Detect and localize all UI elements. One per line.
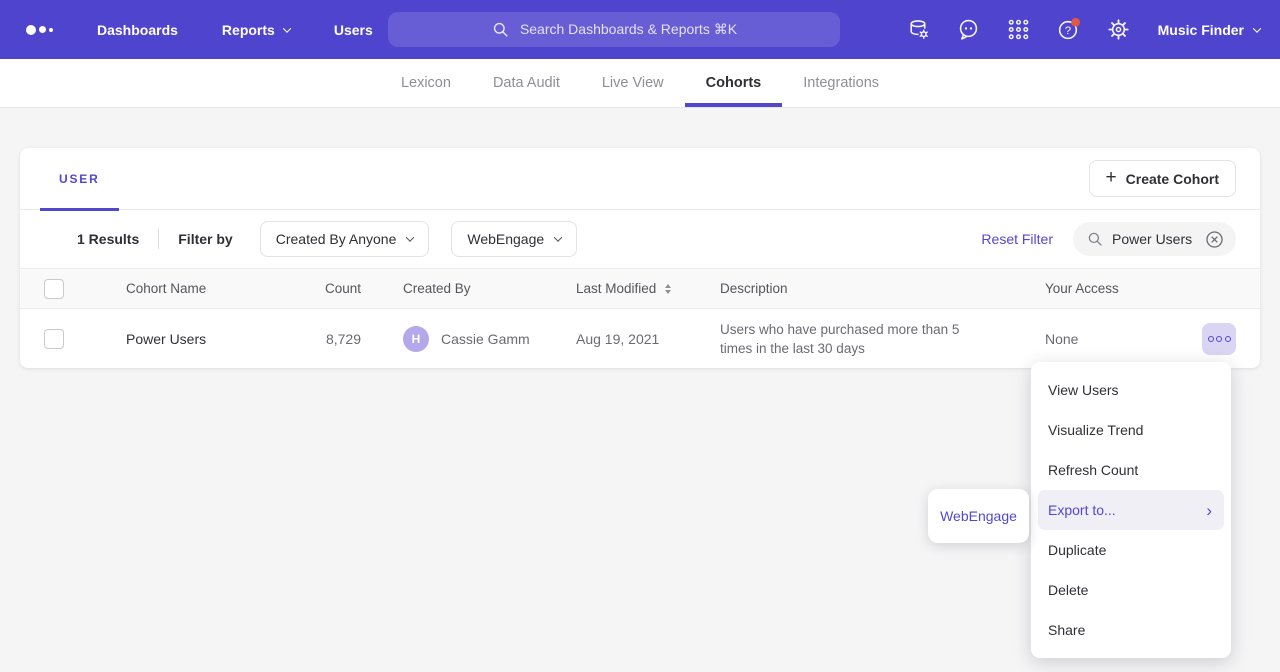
tab-live-view[interactable]: Live View bbox=[581, 59, 685, 107]
global-search-input[interactable]: Search Dashboards & Reports ⌘K bbox=[388, 12, 840, 47]
settings-gear-icon[interactable] bbox=[1106, 17, 1131, 42]
tab-data-audit[interactable]: Data Audit bbox=[472, 59, 581, 107]
nav-right-group: ? Music Finder bbox=[906, 17, 1260, 42]
table-row: Power Users 8,729 H Cassie Gamm Aug 19, … bbox=[20, 309, 1260, 369]
cohort-search-input[interactable] bbox=[1112, 231, 1196, 247]
menu-item-delete[interactable]: Delete bbox=[1031, 570, 1231, 610]
create-cohort-label: Create Cohort bbox=[1126, 171, 1219, 187]
your-access-cell: None bbox=[1036, 331, 1197, 347]
global-search-placeholder: Search Dashboards & Reports ⌘K bbox=[520, 21, 737, 38]
export-to-label: Export to... bbox=[1048, 502, 1116, 518]
section-tabs: Lexicon Data Audit Live View Cohorts Int… bbox=[0, 59, 1280, 108]
tab-cohorts[interactable]: Cohorts bbox=[685, 59, 783, 107]
help-icon[interactable]: ? bbox=[1056, 17, 1081, 42]
chevron-down-icon bbox=[1253, 24, 1261, 32]
data-management-icon[interactable] bbox=[906, 17, 931, 42]
nav-reports[interactable]: Reports bbox=[222, 22, 290, 38]
search-icon bbox=[491, 20, 510, 39]
menu-item-share[interactable]: Share bbox=[1031, 610, 1231, 650]
filter-bar: 1 Results Filter by Created By Anyone We… bbox=[20, 210, 1260, 268]
menu-item-refresh-count[interactable]: Refresh Count bbox=[1031, 450, 1231, 490]
last-modified-cell: Aug 19, 2021 bbox=[576, 331, 720, 347]
chevron-right-icon: › bbox=[1206, 502, 1212, 519]
nav-dashboards[interactable]: Dashboards bbox=[97, 22, 178, 38]
row-actions-menu-button[interactable] bbox=[1202, 323, 1236, 355]
nav-reports-label: Reports bbox=[222, 22, 275, 38]
cohort-search bbox=[1073, 222, 1236, 256]
plus-icon: + bbox=[1106, 168, 1117, 187]
clear-search-icon[interactable] bbox=[1204, 229, 1225, 250]
menu-item-export-to[interactable]: Export to... › bbox=[1038, 490, 1224, 530]
chevron-down-icon bbox=[554, 233, 562, 241]
dot-icon bbox=[1208, 336, 1214, 342]
export-submenu: WebEngage bbox=[928, 489, 1029, 543]
nav-links: Dashboards Reports Users bbox=[97, 22, 373, 38]
table-header: Cohort Name Count Created By Last Modifi… bbox=[20, 268, 1260, 309]
top-nav: Dashboards Reports Users Search Dashboar… bbox=[0, 0, 1280, 59]
avatar: H bbox=[403, 326, 429, 352]
search-icon bbox=[1086, 230, 1104, 248]
col-created-by: Created By bbox=[403, 281, 576, 296]
svg-text:?: ? bbox=[1064, 25, 1070, 37]
create-cohort-button[interactable]: + Create Cohort bbox=[1089, 160, 1236, 197]
row-checkbox[interactable] bbox=[44, 329, 64, 349]
cohort-name-link[interactable]: Power Users bbox=[126, 331, 305, 347]
col-last-modified[interactable]: Last Modified bbox=[576, 281, 720, 296]
creator-name: Cassie Gamm bbox=[441, 331, 530, 347]
row-actions-menu: View Users Visualize Trend Refresh Count… bbox=[1031, 362, 1231, 658]
sort-icon bbox=[665, 284, 671, 294]
cohorts-card: USER + Create Cohort 1 Results Filter by… bbox=[20, 148, 1260, 368]
dot-icon bbox=[1216, 336, 1222, 342]
reset-filter-link[interactable]: Reset Filter bbox=[981, 231, 1053, 247]
notification-badge bbox=[1071, 18, 1080, 27]
webengage-dropdown-value: WebEngage bbox=[467, 231, 544, 247]
submenu-item-webengage[interactable]: WebEngage bbox=[940, 508, 1017, 524]
nav-dashboards-label: Dashboards bbox=[97, 22, 178, 38]
nav-users-label: Users bbox=[334, 22, 373, 38]
card-header: USER + Create Cohort bbox=[20, 148, 1260, 210]
cohort-count: 8,729 bbox=[305, 331, 403, 347]
project-name: Music Finder bbox=[1158, 22, 1244, 38]
col-last-modified-label: Last Modified bbox=[576, 281, 656, 296]
col-your-access: Your Access bbox=[1036, 281, 1197, 296]
divider bbox=[158, 229, 159, 249]
menu-item-duplicate[interactable]: Duplicate bbox=[1031, 530, 1231, 570]
menu-item-visualize-trend[interactable]: Visualize Trend bbox=[1031, 410, 1231, 450]
tab-integrations[interactable]: Integrations bbox=[782, 59, 900, 107]
chevron-down-icon bbox=[406, 233, 414, 241]
dot-icon bbox=[1225, 336, 1231, 342]
messages-icon[interactable] bbox=[956, 17, 981, 42]
tab-lexicon[interactable]: Lexicon bbox=[380, 59, 472, 107]
nav-users[interactable]: Users bbox=[334, 22, 373, 38]
webengage-filter-dropdown[interactable]: WebEngage bbox=[451, 221, 577, 257]
col-count: Count bbox=[305, 281, 403, 296]
created-by-cell: H Cassie Gamm bbox=[403, 326, 576, 352]
filter-by-label: Filter by bbox=[178, 231, 232, 247]
col-description: Description bbox=[720, 281, 1036, 296]
menu-item-view-users[interactable]: View Users bbox=[1031, 370, 1231, 410]
apps-grid-icon[interactable] bbox=[1006, 17, 1031, 42]
select-all-checkbox[interactable] bbox=[44, 279, 64, 299]
chevron-down-icon bbox=[283, 24, 291, 32]
col-cohort-name: Cohort Name bbox=[126, 281, 305, 296]
created-by-dropdown[interactable]: Created By Anyone bbox=[260, 221, 430, 257]
project-selector[interactable]: Music Finder bbox=[1158, 22, 1260, 38]
results-count: 1 Results bbox=[77, 231, 139, 247]
mixpanel-logo-icon[interactable] bbox=[26, 25, 53, 35]
description-cell: Users who have purchased more than 5 tim… bbox=[720, 320, 972, 358]
tab-user-cohorts[interactable]: USER bbox=[40, 148, 119, 210]
created-by-dropdown-value: Created By Anyone bbox=[276, 231, 397, 247]
